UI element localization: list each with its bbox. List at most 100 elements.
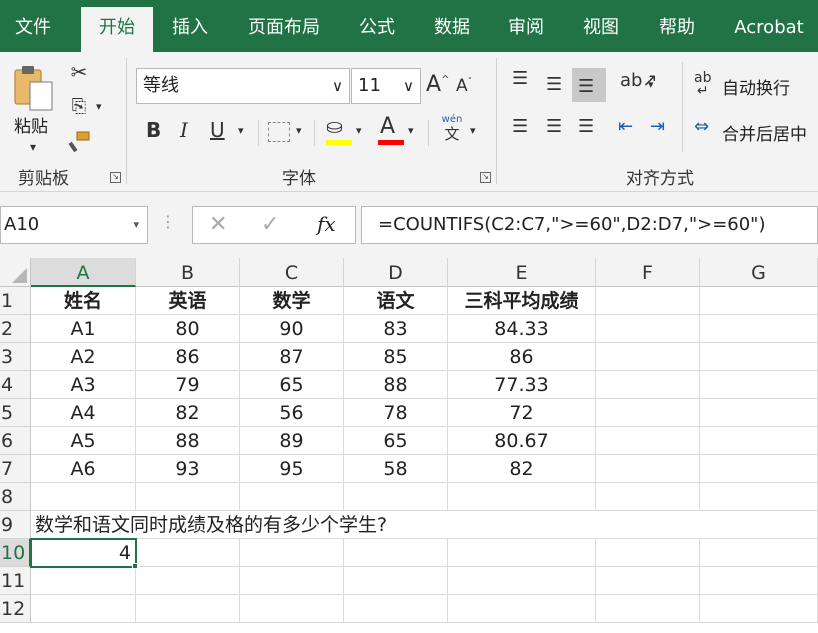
cell-g6[interactable]	[700, 427, 818, 455]
tab-review[interactable]: 审阅	[498, 0, 554, 52]
cell-e2[interactable]: 84.33	[448, 315, 596, 343]
cell-c4[interactable]: 65	[240, 371, 344, 399]
cancel-icon[interactable]: ✕	[209, 208, 227, 242]
cell-d2[interactable]: 83	[344, 315, 448, 343]
phonetic-dropdown-icon[interactable]: ▾	[470, 124, 476, 137]
tab-help[interactable]: 帮助	[647, 0, 707, 52]
row-header-9[interactable]: 9	[0, 511, 31, 539]
font-color-icon[interactable]: A	[380, 114, 395, 139]
align-left-icon[interactable]: ☰	[512, 116, 528, 137]
cell-b12[interactable]	[136, 595, 240, 623]
cell-a12[interactable]	[31, 595, 136, 623]
cell-c8[interactable]	[240, 483, 344, 511]
align-center-icon[interactable]: ☰	[546, 116, 562, 137]
column-header-g[interactable]: G	[700, 258, 818, 287]
decrease-indent-icon[interactable]: ⇤	[618, 116, 633, 137]
tab-data[interactable]: 数据	[424, 0, 480, 52]
row-header-8[interactable]: 8	[0, 483, 31, 511]
increase-indent-icon[interactable]: ⇥	[650, 116, 665, 137]
cell-e3[interactable]: 86	[448, 343, 596, 371]
decrease-font-size-icon[interactable]: Aˇ	[456, 76, 472, 96]
cell-g7[interactable]	[700, 455, 818, 483]
cell-d6[interactable]: 65	[344, 427, 448, 455]
cell-f7[interactable]	[596, 455, 700, 483]
format-painter-icon[interactable]	[66, 130, 92, 159]
cell-f12[interactable]	[596, 595, 700, 623]
cell-e12[interactable]	[448, 595, 596, 623]
cell-c1[interactable]: 数学	[240, 287, 344, 315]
cell-a5[interactable]: A4	[31, 399, 136, 427]
phonetic-guide-icon[interactable]: wén 文	[440, 114, 464, 143]
cell-b11[interactable]	[136, 567, 240, 595]
cell-c12[interactable]	[240, 595, 344, 623]
formula-input[interactable]: =COUNTIFS(C2:C7,">=60",D2:D7,">=60")	[361, 206, 818, 244]
cell-e7[interactable]: 82	[448, 455, 596, 483]
cell-b7[interactable]: 93	[136, 455, 240, 483]
cell-a2[interactable]: A1	[31, 315, 136, 343]
cell-g5[interactable]	[700, 399, 818, 427]
cell-f6[interactable]	[596, 427, 700, 455]
cell-g8[interactable]	[700, 483, 818, 511]
name-box[interactable]: A10 ▾	[0, 206, 148, 244]
enter-icon[interactable]: ✓	[261, 208, 279, 242]
align-top-icon[interactable]: ☰	[512, 68, 528, 89]
cell-d11[interactable]	[344, 567, 448, 595]
wrap-text-button[interactable]: 自动换行	[722, 74, 790, 99]
paste-button[interactable]: 粘贴	[14, 112, 48, 137]
cell-b1[interactable]: 英语	[136, 287, 240, 315]
cell-c11[interactable]	[240, 567, 344, 595]
cell-d8[interactable]	[344, 483, 448, 511]
cell-g2[interactable]	[700, 315, 818, 343]
column-header-f[interactable]: F	[596, 258, 700, 287]
row-header-7[interactable]: 7	[0, 455, 31, 483]
underline-button[interactable]: U	[210, 118, 225, 142]
column-header-c[interactable]: C	[240, 258, 344, 287]
select-all-corner[interactable]	[0, 258, 31, 287]
row-header-3[interactable]: 3	[0, 343, 31, 371]
align-right-icon[interactable]: ☰	[578, 116, 594, 137]
cell-f8[interactable]	[596, 483, 700, 511]
cell-e1[interactable]: 三科平均成绩	[448, 287, 596, 315]
cell-b2[interactable]: 80	[136, 315, 240, 343]
cell-d1[interactable]: 语文	[344, 287, 448, 315]
tab-page-layout[interactable]: 页面布局	[236, 0, 332, 52]
cell-a9[interactable]: 数学和语文同时成绩及格的有多少个学生?	[31, 511, 700, 539]
cell-d12[interactable]	[344, 595, 448, 623]
cell-g12[interactable]	[700, 595, 818, 623]
fill-color-dropdown-icon[interactable]: ▾	[356, 124, 362, 137]
cell-d3[interactable]: 85	[344, 343, 448, 371]
cell-f3[interactable]	[596, 343, 700, 371]
cell-f5[interactable]	[596, 399, 700, 427]
cell-d7[interactable]: 58	[344, 455, 448, 483]
borders-dropdown-icon[interactable]: ▾	[296, 124, 302, 137]
cell-g11[interactable]	[700, 567, 818, 595]
tab-home[interactable]: 开始	[81, 7, 153, 52]
cell-f11[interactable]	[596, 567, 700, 595]
cell-d5[interactable]: 78	[344, 399, 448, 427]
column-header-e[interactable]: E	[448, 258, 596, 287]
tab-formulas[interactable]: 公式	[350, 0, 404, 52]
column-header-d[interactable]: D	[344, 258, 448, 287]
font-size-dropdown[interactable]: 11 ∨	[351, 68, 421, 104]
italic-button[interactable]: I	[180, 118, 188, 142]
clipboard-launcher-icon[interactable]: ↘	[110, 172, 121, 183]
cell-b4[interactable]: 79	[136, 371, 240, 399]
cell-b5[interactable]: 82	[136, 399, 240, 427]
cell-b3[interactable]: 86	[136, 343, 240, 371]
align-middle-icon[interactable]: ☰	[546, 74, 562, 95]
row-header-2[interactable]: 2	[0, 315, 31, 343]
underline-dropdown-icon[interactable]: ▾	[238, 124, 244, 137]
cell-a6[interactable]: A5	[31, 427, 136, 455]
cell-g10[interactable]	[700, 539, 818, 567]
cell-c6[interactable]: 89	[240, 427, 344, 455]
bold-button[interactable]: B	[146, 118, 161, 142]
cell-e6[interactable]: 80.67	[448, 427, 596, 455]
copy-dropdown-icon[interactable]: ▾	[96, 100, 102, 113]
row-header-1[interactable]: 1	[0, 287, 31, 315]
fill-handle[interactable]	[132, 563, 138, 569]
cell-a7[interactable]: A6	[31, 455, 136, 483]
row-header-11[interactable]: 11	[0, 567, 31, 595]
row-header-4[interactable]: 4	[0, 371, 31, 399]
font-name-dropdown[interactable]: 等线 ∨	[136, 68, 350, 104]
tab-acrobat[interactable]: Acrobat	[728, 0, 810, 52]
